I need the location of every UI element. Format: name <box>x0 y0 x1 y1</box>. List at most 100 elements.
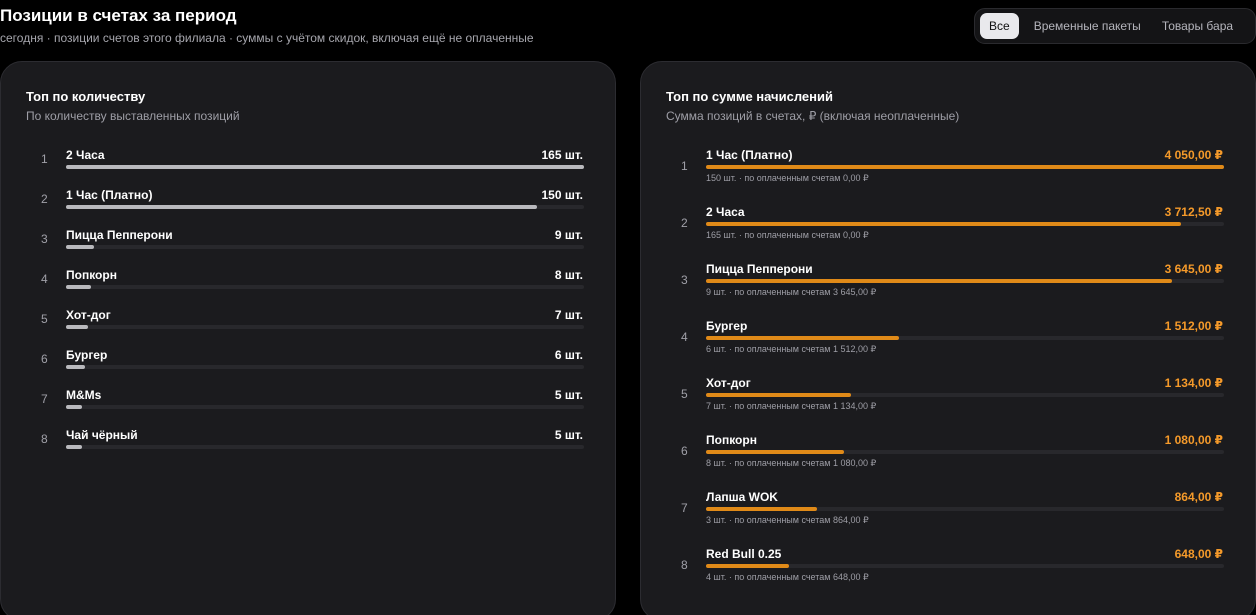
rank-number: 4 <box>41 272 48 286</box>
quantity-row: 6 Бургер 6 шт. <box>1 348 615 384</box>
rank-number: 6 <box>41 352 48 366</box>
bar-track <box>706 222 1224 226</box>
filter-time-packages-button[interactable]: Временные пакеты <box>1025 13 1150 39</box>
card-subtitle: Сумма позиций в счетах, ₽ (включая неопл… <box>666 109 960 123</box>
amount-bar <box>706 393 851 397</box>
quantity-row: 2 1 Час (Платно) 150 шт. <box>1 188 615 224</box>
item-meta: 3 шт. · по оплаченным счетам 864,00 ₽ <box>706 515 869 525</box>
quantity-row: 7 M&Ms 5 шт. <box>1 388 615 424</box>
quantity-bar <box>66 325 88 329</box>
bar-track <box>706 336 1224 340</box>
item-value: 5 шт. <box>554 388 583 402</box>
bar-track <box>706 165 1224 169</box>
item-name: M&Ms <box>66 388 102 402</box>
bar-track <box>706 507 1224 511</box>
quantity-bar <box>66 165 584 169</box>
amount-bar <box>706 564 789 568</box>
quantity-row: 5 Хот-дог 7 шт. <box>1 308 615 344</box>
top-by-amount-card: Топ по сумме начислений Сумма позиций в … <box>640 61 1256 615</box>
card-subtitle: По количеству выставленных позиций <box>26 109 240 123</box>
item-amount: 648,00 ₽ <box>1174 547 1223 561</box>
bar-track <box>706 279 1224 283</box>
amount-bar <box>706 222 1181 226</box>
page-subtitle: сегодня · позиции счетов этого филиала ·… <box>0 31 534 45</box>
item-amount: 1 512,00 ₽ <box>1164 319 1223 333</box>
bar-track <box>66 165 584 169</box>
item-name: Red Bull 0.25 <box>706 547 782 561</box>
amount-row: 3 Пицца Пепперони 3 645,00 ₽ 9 шт. · по опл… <box>641 262 1255 312</box>
item-name: Чай чёрный <box>66 428 138 442</box>
item-meta: 6 шт. · по оплаченным счетам 1 512,00 ₽ <box>706 344 877 354</box>
item-value: 6 шт. <box>554 348 583 362</box>
rank-number: 4 <box>681 330 688 344</box>
item-value: 150 шт. <box>541 188 583 202</box>
quantity-bar <box>66 285 91 289</box>
item-amount: 1 080,00 ₽ <box>1164 433 1223 447</box>
quantity-bar <box>66 405 82 409</box>
amount-row: 2 2 Часа 3 712,50 ₽ 165 шт. · по оплаченным… <box>641 205 1255 255</box>
rank-number: 8 <box>681 558 688 572</box>
item-name: 1 Час (Платно) <box>66 188 153 202</box>
amount-row: 7 Лапша WOK 864,00 ₽ 3 шт. · по оплаченным … <box>641 490 1255 540</box>
bar-track <box>66 205 584 209</box>
item-name: Пицца Пепперони <box>66 228 173 242</box>
rank-number: 2 <box>41 192 48 206</box>
quantity-row: 1 2 Часа 165 шт. <box>1 148 615 184</box>
bar-track <box>706 393 1224 397</box>
item-name: Бургер <box>706 319 748 333</box>
item-name: 2 Часа <box>66 148 105 162</box>
amount-bar <box>706 165 1224 169</box>
rank-number: 7 <box>681 501 688 515</box>
amount-bar <box>706 336 899 340</box>
filter-segmented-control: Все Временные пакеты Товары бара <box>974 8 1256 44</box>
card-title: Топ по количеству <box>26 89 146 104</box>
quantity-row: 4 Попкорн 8 шт. <box>1 268 615 304</box>
item-name: Лапша WOK <box>706 490 778 504</box>
amount-bar <box>706 279 1172 283</box>
item-name: 1 Час (Платно) <box>706 148 793 162</box>
item-name: Пицца Пепперони <box>706 262 813 276</box>
item-meta: 8 шт. · по оплаченным счетам 1 080,00 ₽ <box>706 458 877 468</box>
item-value: 7 шт. <box>554 308 583 322</box>
item-name: Попкорн <box>706 433 757 447</box>
item-name: Бургер <box>66 348 108 362</box>
item-amount: 3 645,00 ₽ <box>1164 262 1223 276</box>
amount-row: 8 Red Bull 0.25 648,00 ₽ 4 шт. · по оплачен… <box>641 547 1255 597</box>
item-meta: 4 шт. · по оплаченным счетам 648,00 ₽ <box>706 572 869 582</box>
filter-bar-goods-button[interactable]: Товары бара <box>1153 13 1242 39</box>
item-amount: 3 712,50 ₽ <box>1164 205 1223 219</box>
rank-number: 5 <box>41 312 48 326</box>
bar-track <box>706 564 1224 568</box>
page: Позиции в счетах за период сегодня · поз… <box>0 0 1256 615</box>
item-meta: 165 шт. · по оплаченным счетам 0,00 ₽ <box>706 230 869 240</box>
quantity-row: 8 Чай чёрный 5 шт. <box>1 428 615 464</box>
item-value: 5 шт. <box>554 428 583 442</box>
item-amount: 864,00 ₽ <box>1174 490 1223 504</box>
rank-number: 6 <box>681 444 688 458</box>
top-by-quantity-card: Топ по количеству По количеству выставле… <box>0 61 616 615</box>
item-amount: 1 134,00 ₽ <box>1164 376 1223 390</box>
bar-track <box>66 445 584 449</box>
amount-bar <box>706 450 844 454</box>
amount-row: 4 Бургер 1 512,00 ₽ 6 шт. · по оплаченным с… <box>641 319 1255 369</box>
item-name: Хот-дог <box>66 308 111 322</box>
item-value: 165 шт. <box>541 148 583 162</box>
item-value: 8 шт. <box>554 268 583 282</box>
item-name: 2 Часа <box>706 205 745 219</box>
item-name: Хот-дог <box>706 376 751 390</box>
bar-track <box>66 245 584 249</box>
page-title: Позиции в счетах за период <box>0 6 237 25</box>
filter-all-button[interactable]: Все <box>980 13 1019 39</box>
quantity-bar <box>66 365 85 369</box>
amount-row: 6 Попкорн 1 080,00 ₽ 8 шт. · по оплаченным … <box>641 433 1255 483</box>
item-name: Попкорн <box>66 268 117 282</box>
amount-row: 5 Хот-дог 1 134,00 ₽ 7 шт. · по оплаченным … <box>641 376 1255 426</box>
amount-row: 1 1 Час (Платно) 4 050,00 ₽ 150 шт. · по оп… <box>641 148 1255 198</box>
bar-track <box>66 365 584 369</box>
rank-number: 3 <box>681 273 688 287</box>
item-meta: 150 шт. · по оплаченным счетам 0,00 ₽ <box>706 173 869 183</box>
quantity-row: 3 Пицца Пепперони 9 шт. <box>1 228 615 264</box>
amount-bar <box>706 507 817 511</box>
item-value: 9 шт. <box>554 228 583 242</box>
quantity-bar <box>66 245 94 249</box>
